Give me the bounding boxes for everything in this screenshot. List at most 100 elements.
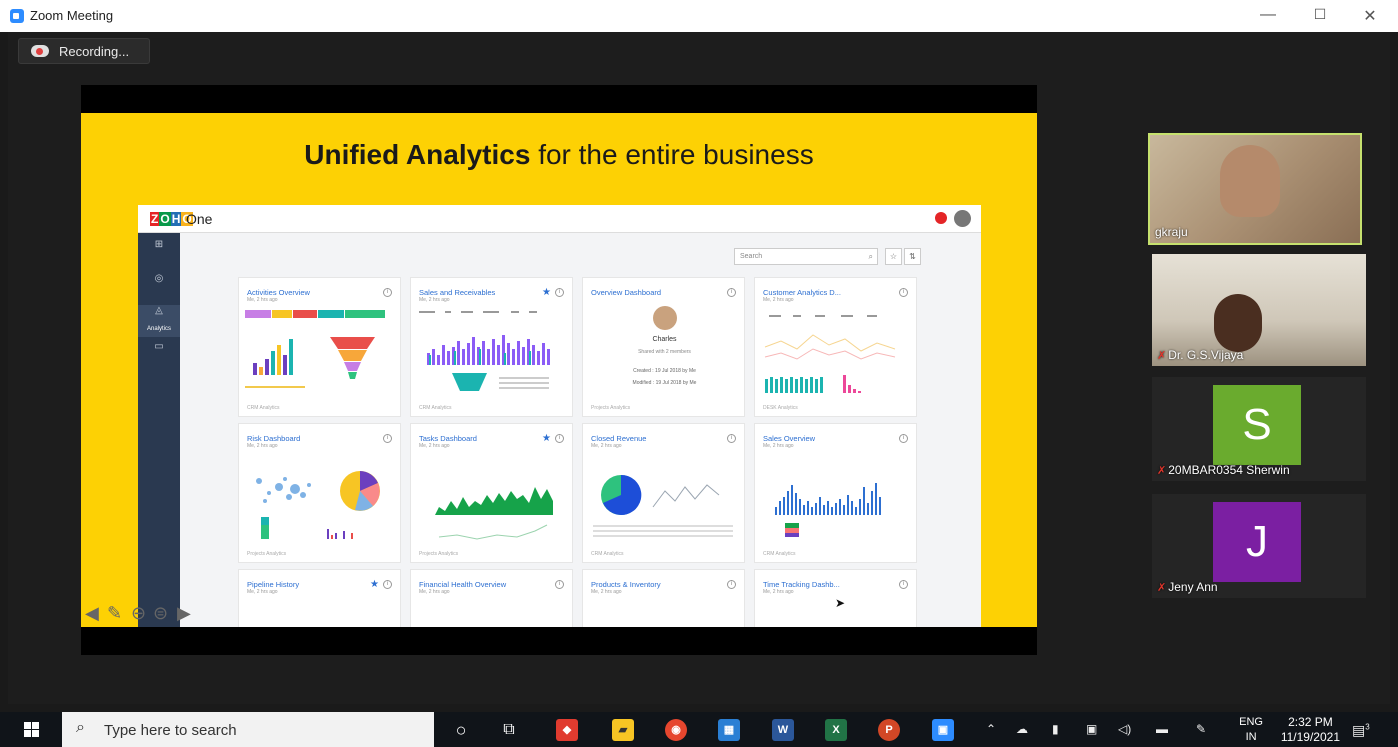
muted-mic-icon: ✗	[1157, 350, 1167, 362]
card-title: Tasks Dashboard	[419, 434, 477, 443]
card-subtitle: Me, 2 hrs ago	[247, 589, 278, 595]
next-slide-icon[interactable]: ▶	[177, 603, 191, 624]
card-subtitle: Me, 2 hrs ago	[247, 297, 278, 303]
analytics-icon: ◬ Analytics	[138, 305, 180, 337]
card-footer: Projects Analytics	[419, 551, 459, 557]
cortana-icon[interactable]: ○	[450, 719, 472, 741]
menu-icon[interactable]: ⊜	[153, 603, 168, 624]
user-avatar	[954, 210, 971, 227]
shared-screen: Unified Analytics for the entire busines…	[81, 85, 1037, 655]
star-filter-icon: ☆	[885, 248, 902, 265]
usb-icon[interactable]: ▮	[1052, 722, 1059, 736]
windows-taskbar: ⌕ Type here to search ○ ⧉ ◆ ▰ ◉ ▦ W X P …	[0, 712, 1398, 747]
dashboard-card: Financial Health Overview Me, 2 hrs ago …	[410, 569, 573, 627]
participant-avatar-tile[interactable]: S ✗ 20MBAR0354 Sherwin	[1152, 377, 1366, 481]
sales-overview-chart	[775, 483, 881, 537]
card-footer: DESK Analytics	[763, 405, 798, 411]
mouse-cursor-icon: ➤	[835, 596, 846, 610]
close-button[interactable]: ✕	[1350, 6, 1390, 26]
pen-icon[interactable]: ✎	[107, 603, 122, 624]
card-subtitle: Me, 2 hrs ago	[763, 589, 794, 595]
participant-video-tile[interactable]: ✗ Dr. G.S.Vijaya	[1152, 254, 1366, 366]
sticky-notes-icon[interactable]: ▰	[612, 719, 634, 741]
participant-video-tile[interactable]: gkraju	[1148, 133, 1362, 245]
zoom-logo-icon	[10, 9, 24, 23]
card-title: Pipeline History	[247, 580, 300, 589]
input-language[interactable]: ENG IN	[1239, 715, 1263, 745]
card-subtitle: Me, 2 hrs ago	[419, 443, 450, 449]
participant-name: Dr. G.S.Vijaya	[1168, 348, 1244, 362]
volume-icon[interactable]: ◁)	[1118, 722, 1131, 736]
slide-title-rest: for the entire business	[530, 139, 814, 170]
show-hidden-icons-icon[interactable]: ⌃	[986, 722, 996, 736]
info-icon: i	[555, 580, 564, 589]
pen-tray-icon[interactable]: ✎	[1196, 722, 1206, 736]
clock-date: 11/19/2021	[1280, 730, 1340, 744]
info-icon: i	[555, 288, 564, 297]
previous-slide-icon[interactable]: ◀	[85, 603, 99, 624]
zoom-out-icon[interactable]: ⊖	[131, 603, 146, 624]
info-icon: i	[899, 580, 908, 589]
closed-revenue-chart	[593, 474, 733, 537]
excel-icon[interactable]: X	[825, 719, 847, 741]
chrome-icon[interactable]: ◉	[665, 719, 687, 741]
system-clock[interactable]: 2:32 PM 11/19/2021	[1281, 715, 1340, 745]
powerpoint-icon[interactable]: P	[878, 719, 900, 741]
zoho-letter: H	[170, 212, 182, 226]
app-name: One	[186, 211, 213, 227]
favorite-star-icon: ★	[542, 433, 551, 444]
globe-icon: ◎	[154, 273, 164, 284]
info-icon: i	[727, 580, 736, 589]
card-footer: Projects Analytics	[247, 551, 287, 557]
sales-receivables-chart	[419, 311, 550, 391]
card-title: Risk Dashboard	[247, 434, 301, 443]
app-sidebar: ⊞ ◎ ◬ Analytics ▭	[138, 233, 180, 627]
card-footer: CRM Analytics	[247, 405, 280, 411]
zoom-app-icon[interactable]: ▣	[932, 719, 954, 741]
slide-title-bold: Unified Analytics	[304, 139, 531, 170]
info-icon: i	[383, 580, 392, 589]
card-footer: CRM Analytics	[419, 405, 452, 411]
folder-icon: ▭	[154, 341, 164, 352]
app-header: ZOHO One	[138, 205, 981, 233]
search-icon: ⌕	[868, 252, 873, 261]
presentation-slide: Unified Analytics for the entire busines…	[81, 113, 1037, 627]
recording-indicator[interactable]: Recording...	[18, 38, 150, 64]
slide-title: Unified Analytics for the entire busines…	[81, 139, 1037, 171]
onedrive-icon[interactable]: ☁	[1016, 722, 1028, 736]
dashboard-card: Customer Analytics D... Me, 2 hrs ago i …	[754, 277, 917, 417]
region-code: IN	[1245, 731, 1257, 743]
anydesk-icon[interactable]: ◆	[556, 719, 578, 741]
card-subtitle: Me, 2 hrs ago	[247, 443, 278, 449]
display-icon[interactable]: ▣	[1086, 722, 1097, 736]
minimize-button[interactable]: —	[1248, 6, 1288, 24]
windows-start-icon[interactable]	[24, 722, 40, 738]
info-icon: i	[383, 288, 392, 297]
info-icon: i	[727, 288, 736, 297]
participant-avatar-tile[interactable]: J ✗ Jeny Ann	[1152, 494, 1366, 598]
participant-name-wrap: ✗ Dr. G.S.Vijaya	[1157, 348, 1243, 362]
search-icon: ⌕	[76, 719, 85, 736]
participant-name: 20MBAR0354 Sherwin	[1168, 463, 1290, 477]
info-icon: i	[899, 434, 908, 443]
dashboard-card: Sales Overview Me, 2 hrs ago i CRM Analy…	[754, 423, 917, 563]
dashboard-card: Sales and Receivables Me, 2 hrs ago ★ i …	[410, 277, 573, 417]
clock-time: 2:32 PM	[1288, 715, 1333, 729]
maximize-button[interactable]: ☐	[1300, 6, 1340, 23]
card-title: Customer Analytics D...	[763, 288, 841, 297]
card-footer: CRM Analytics	[591, 551, 624, 557]
card-subtitle: Me, 2 hrs ago	[591, 443, 622, 449]
word-icon[interactable]: W	[772, 719, 794, 741]
muted-mic-icon: ✗	[1157, 465, 1167, 477]
card-title: Sales and Receivables	[419, 288, 496, 297]
battery-icon[interactable]: ▬	[1156, 722, 1168, 736]
taskbar-search-placeholder: Type here to search	[104, 722, 237, 739]
notifications-icon[interactable]: ▤3	[1352, 722, 1370, 739]
taskbar-search-box[interactable]: ⌕ Type here to search	[62, 712, 434, 747]
participant-initial-avatar: S	[1213, 385, 1301, 465]
control-panel-icon[interactable]: ▦	[718, 719, 740, 741]
muted-mic-icon: ✗	[1157, 582, 1167, 594]
profile-shared: Shared with 2 members	[638, 349, 691, 355]
customer-analytics-chart	[764, 315, 896, 393]
task-view-icon[interactable]: ⧉	[498, 719, 520, 741]
